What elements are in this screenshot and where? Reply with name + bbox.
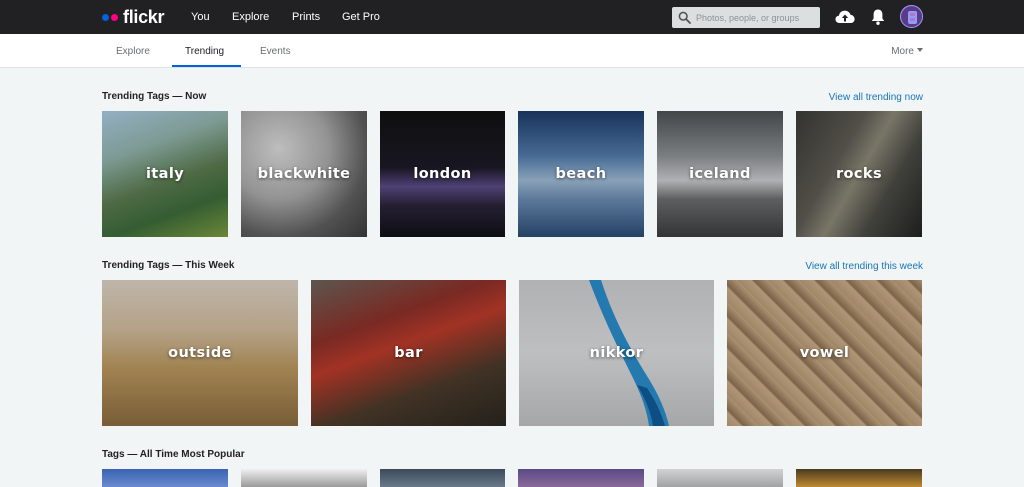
tag-tile-all-time-3[interactable] <box>380 469 505 487</box>
logo-text: flickr <box>123 7 165 27</box>
flickr-logo[interactable]: flickr <box>102 7 165 27</box>
tag-tile-vowel[interactable]: vowel <box>727 280 922 426</box>
nav-explore[interactable]: Explore <box>232 10 269 24</box>
tag-tile-beach[interactable]: beach <box>518 111 644 237</box>
tag-tile-bar[interactable]: bar <box>311 280 506 426</box>
tag-tile-iceland[interactable]: iceland <box>657 111 783 237</box>
active-tab-indicator <box>172 65 241 67</box>
tag-label: rocks <box>836 166 882 182</box>
tag-tile-nikkor[interactable]: nikkor <box>519 280 714 426</box>
more-dropdown[interactable]: More <box>891 45 923 58</box>
tag-label: blackwhite <box>257 166 351 182</box>
section-title-trending-week: Trending Tags — This Week <box>102 260 235 271</box>
more-label: More <box>891 46 914 57</box>
tag-tile-outside[interactable]: outside <box>102 280 298 426</box>
section-title-trending-now: Trending Tags — Now <box>102 91 207 102</box>
tag-tile-london[interactable]: london <box>380 111 505 237</box>
tag-tile-italy[interactable]: italy <box>102 111 228 237</box>
notifications-bell-icon[interactable] <box>870 8 886 26</box>
tag-label: nikkor <box>589 345 644 361</box>
view-all-trending-week-link[interactable]: View all trending this week <box>805 260 923 273</box>
logo-pink-dot-icon <box>111 13 118 21</box>
section-title-all-time: Tags — All Time Most Popular <box>102 449 245 460</box>
nav-get-pro[interactable]: Get Pro <box>342 10 380 24</box>
tab-events[interactable]: Events <box>260 45 291 58</box>
tag-tile-all-time-2[interactable] <box>241 469 367 487</box>
tag-tile-all-time-1[interactable] <box>102 469 228 487</box>
logo-blue-dot-icon <box>102 13 109 21</box>
upload-cloud-icon[interactable] <box>834 6 856 28</box>
tab-trending[interactable]: Trending <box>185 45 224 58</box>
nav-you[interactable]: You <box>191 10 210 24</box>
avatar-image <box>901 6 922 27</box>
user-avatar[interactable] <box>900 5 923 28</box>
tag-label: italy <box>145 166 185 182</box>
tab-explore[interactable]: Explore <box>116 45 150 58</box>
search-icon[interactable] <box>678 11 691 24</box>
nav-prints[interactable]: Prints <box>292 10 320 24</box>
tag-label: vowel <box>799 345 850 361</box>
tag-label: bar <box>394 345 423 361</box>
tag-label: iceland <box>689 166 751 182</box>
search-box <box>672 7 820 28</box>
tag-tile-all-time-5[interactable] <box>657 469 783 487</box>
sub-navbar: Explore Trending Events More <box>0 34 1024 68</box>
tag-label: beach <box>555 166 607 182</box>
tag-label: outside <box>168 345 232 361</box>
tag-tile-all-time-6[interactable] <box>796 469 922 487</box>
tag-tile-all-time-4[interactable] <box>518 469 644 487</box>
search-input[interactable] <box>696 9 816 26</box>
top-navbar: flickr You Explore Prints Get Pro <box>0 0 1024 34</box>
view-all-trending-now-link[interactable]: View all trending now <box>829 91 923 104</box>
tag-tile-rocks[interactable]: rocks <box>796 111 922 237</box>
tag-label: london <box>413 166 472 182</box>
tag-tile-blackwhite[interactable]: blackwhite <box>241 111 367 237</box>
caret-down-icon <box>917 48 923 52</box>
